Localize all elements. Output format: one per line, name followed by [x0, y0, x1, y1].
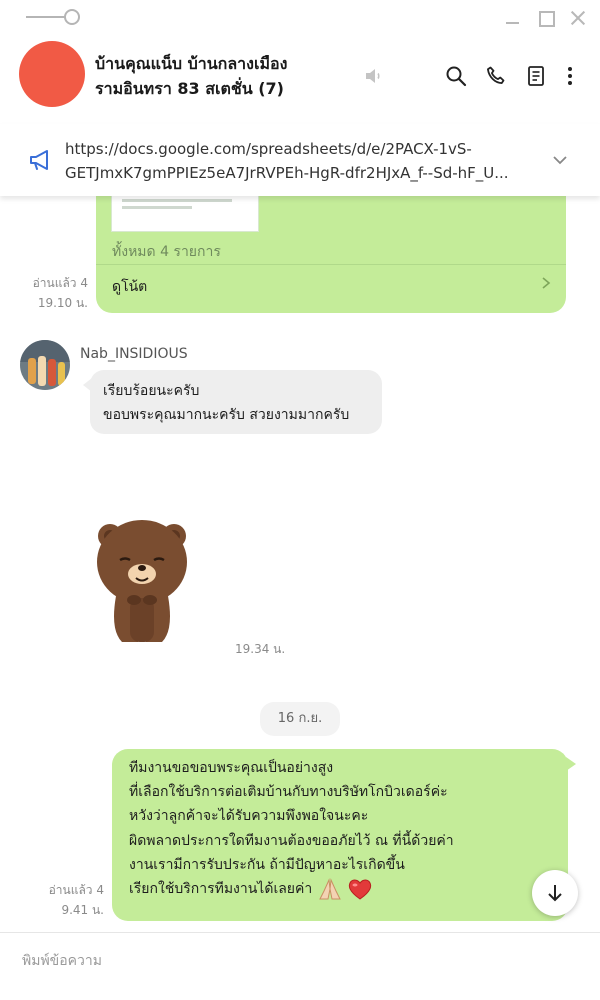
pray-hands-icon [319, 878, 342, 900]
message-text: งานเรามีการรับประกัน ถ้ามีปัญหาอะไรเกิดข… [129, 856, 405, 873]
view-note-link[interactable]: ดูโน้ต [112, 276, 147, 298]
message-input[interactable] [10, 945, 590, 977]
message-time: 19.34 น. [235, 642, 286, 656]
window-titlebar [0, 0, 600, 36]
message-text: ที่เลือกใช้บริการต่อเติมบ้านกับทางบริษัท… [129, 784, 448, 801]
spreadsheet-thumbnail [111, 196, 259, 232]
megaphone-icon [30, 150, 48, 170]
message-composer [0, 933, 600, 1000]
incoming-message-bubble[interactable]: เรียบร้อยนะครับ ขอบพระคุณมากนะครับ สวยงา… [83, 370, 382, 434]
read-label: อ่านแล้ว 4 [48, 883, 104, 897]
chat-title-line2: รามอินทรา 83 สเตชั่น (7) [95, 79, 284, 98]
note-count: ทั้งหมด 4 รายการ [112, 244, 221, 260]
message-text: ผิดพลาดประการใดทีมงานต้องขออภัยไว้ ณ ที่… [129, 832, 454, 849]
group-avatar[interactable] [19, 41, 85, 107]
message-text: เรียบร้อยนะครับ [103, 383, 200, 399]
arrow-down-icon [548, 885, 562, 902]
announcement-link[interactable]: https://docs.google.com/spreadsheets/d/e… [65, 137, 535, 185]
chat-header: บ้านคุณแน็บ บ้านกลางเมือง รามอินทรา 83 ส… [0, 36, 600, 116]
read-receipt: อ่านแล้ว 4 19.10 น. [16, 273, 88, 313]
message-list[interactable]: ทั้งหมด 4 รายการ ดูโน้ต อ่านแล้ว 4 19.10… [0, 196, 600, 932]
date-separator: 16 ก.ย. [260, 702, 340, 736]
sender-name: Nab_INSIDIOUS [80, 346, 188, 362]
maximize-icon[interactable] [536, 8, 556, 28]
outgoing-message-bubble[interactable]: ทีมงานขอขอบพระคุณเป็นอย่างสูง ที่เลือกใช… [112, 749, 576, 921]
message-text: หวังว่าลูกค้าจะได้รับความพึงพอใจนะคะ [129, 808, 369, 825]
heart-icon [349, 879, 372, 900]
note-card[interactable]: ทั้งหมด 4 รายการ ดูโน้ต [96, 196, 566, 313]
message-time: 19.10 น. [37, 296, 88, 310]
announcement-line1: https://docs.google.com/spreadsheets/d/e… [65, 140, 472, 158]
read-label: อ่านแล้ว 4 [32, 276, 88, 290]
close-icon[interactable] [568, 8, 588, 28]
search-icon[interactable] [444, 64, 468, 88]
bear-sticker[interactable] [92, 510, 192, 650]
chevron-right-icon [542, 277, 551, 289]
more-icon[interactable] [558, 64, 582, 88]
chat-title-line1: บ้านคุณแน็บ บ้านกลางเมือง [95, 54, 288, 73]
message-last-line: เรียกใช้บริการทีมงานได้เลยค่า [129, 877, 554, 901]
message-text: ขอบพระคุณมากนะครับ สวยงามมากครับ [103, 407, 350, 423]
divider [96, 264, 566, 265]
minimize-icon[interactable] [503, 8, 523, 28]
scroll-to-bottom-button[interactable] [532, 870, 578, 916]
call-icon[interactable] [484, 64, 508, 88]
announcement-bar[interactable]: https://docs.google.com/spreadsheets/d/e… [0, 124, 600, 196]
avatar[interactable] [20, 340, 70, 390]
mute-icon[interactable] [362, 64, 386, 88]
message-text: ทีมงานขอขอบพระคุณเป็นอย่างสูง [129, 760, 334, 776]
chat-title[interactable]: บ้านคุณแน็บ บ้านกลางเมือง รามอินทรา 83 ส… [95, 51, 345, 101]
message-time: 9.41 น. [61, 903, 104, 917]
message-text: เรียกใช้บริการทีมงานได้เลยค่า [129, 881, 313, 898]
read-receipt: อ่านแล้ว 4 9.41 น. [32, 880, 104, 920]
chevron-down-icon[interactable] [550, 150, 570, 170]
announcement-line2: GETJmxK7gmPPIEz5eA7JrRVPEh-HgR-dfr2HJxA_… [65, 164, 509, 182]
notes-icon[interactable] [524, 64, 548, 88]
